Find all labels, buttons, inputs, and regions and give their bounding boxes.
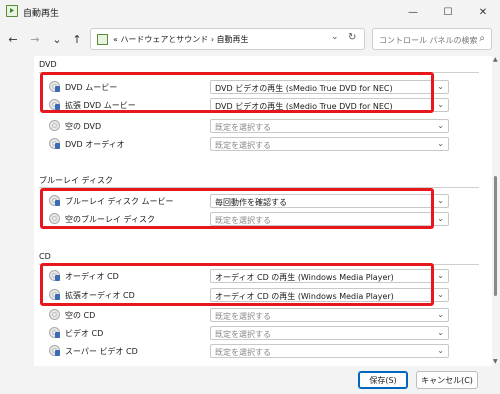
row-label: 空の DVD	[65, 122, 102, 131]
chevron-down-icon: ⌄	[437, 121, 444, 130]
scroll-thumb[interactable]	[494, 176, 497, 296]
dvd-highlight-box	[40, 72, 434, 113]
row-label: スーパー ビデオ CD	[65, 347, 138, 356]
back-arrow-icon[interactable]: ←	[6, 32, 20, 46]
refresh-icon[interactable]: ↻	[348, 32, 356, 43]
list-item: 空の DVD 既定を選択する ⌄	[49, 119, 449, 133]
save-button[interactable]: 保存(S)	[358, 371, 408, 389]
chevron-down-icon: ⌄	[437, 271, 444, 280]
cancel-button[interactable]: キャンセル(C)	[416, 371, 478, 389]
list-item: スーパー ビデオ CD 既定を選択する ⌄	[49, 344, 449, 358]
title-bar: 自動再生 — ☐ ✕	[0, 0, 500, 24]
chevron-down-icon: ⌄	[437, 214, 444, 223]
row-label: DVD オーディオ	[65, 140, 125, 149]
select-value: 既定を選択する	[215, 330, 271, 339]
chevron-down-icon: ⌄	[437, 139, 444, 148]
maximize-button[interactable]: ☐	[431, 0, 465, 24]
section-title: DVD	[39, 60, 57, 69]
chevron-down-icon: ⌄	[437, 82, 444, 91]
select-value: 既定を選択する	[215, 141, 271, 150]
address-bar[interactable]: « ハードウェアとサウンド › 自動再生 ⌄ ↻	[90, 28, 365, 50]
chevron-down-icon: ⌄	[437, 328, 444, 337]
super-video-cd-icon	[49, 345, 60, 356]
search-input[interactable]: コントロール パネルの検索	[379, 35, 478, 46]
chevron-down-icon: ⌄	[437, 290, 444, 299]
video-cd-icon	[49, 327, 60, 338]
row-label: ビデオ CD	[65, 329, 104, 338]
action-select[interactable]: 既定を選択する ⌄	[210, 326, 449, 340]
minimize-button[interactable]: —	[396, 0, 430, 24]
chevron-down-icon: ⌄	[437, 100, 444, 109]
list-item: DVD オーディオ 既定を選択する ⌄	[49, 137, 449, 151]
scroll-up-arrow-icon[interactable]: ▲	[493, 56, 498, 63]
bluray-highlight-box	[40, 188, 434, 229]
chevron-down-icon: ⌄	[437, 346, 444, 355]
breadcrumb[interactable]: « ハードウェアとサウンド › 自動再生	[113, 34, 249, 45]
chevron-down-icon: ⌄	[437, 310, 444, 319]
window-title: 自動再生	[23, 9, 60, 19]
close-button[interactable]: ✕	[466, 0, 500, 24]
autoplay-settings-panel: DVD DVD ムービー DVD ビデオの再生 (sMedio True DVD…	[34, 56, 492, 366]
up-arrow-icon[interactable]: ↑	[70, 32, 84, 46]
row-label: 空の CD	[65, 311, 96, 320]
chevron-down-icon: ⌄	[437, 196, 444, 205]
action-select[interactable]: 既定を選択する ⌄	[210, 344, 449, 358]
select-value: 既定を選択する	[215, 123, 271, 132]
section-title: ブルーレイ ディスク	[39, 176, 113, 185]
dvd-audio-icon	[49, 138, 60, 149]
search-box[interactable]: コントロール パネルの検索 ⌕	[372, 28, 492, 50]
control-panel-icon	[97, 34, 108, 45]
scroll-down-arrow-icon[interactable]: ▼	[493, 358, 498, 365]
list-item: ビデオ CD 既定を選択する ⌄	[49, 326, 449, 340]
select-value: 既定を選択する	[215, 348, 271, 357]
action-select[interactable]: 既定を選択する ⌄	[210, 119, 449, 133]
recent-locations-chevron-icon[interactable]: ⌄	[50, 32, 64, 46]
list-item: 空の CD 既定を選択する ⌄	[49, 308, 449, 322]
select-value: 既定を選択する	[215, 312, 271, 321]
section-title: CD	[39, 252, 51, 261]
scrollbar[interactable]: ▲ ▼	[493, 56, 498, 366]
cd-highlight-box	[40, 263, 434, 306]
action-select[interactable]: 既定を選択する ⌄	[210, 137, 449, 151]
blank-dvd-icon	[49, 120, 60, 131]
search-icon[interactable]: ⌕	[479, 33, 485, 44]
dialog-footer: 保存(S) キャンセル(C)	[0, 366, 500, 394]
address-history-chevron-icon[interactable]: ⌄	[331, 32, 339, 42]
action-select[interactable]: 既定を選択する ⌄	[210, 308, 449, 322]
forward-arrow-icon[interactable]: →	[28, 32, 42, 46]
blank-cd-icon	[49, 309, 60, 320]
autoplay-app-icon	[6, 5, 18, 17]
